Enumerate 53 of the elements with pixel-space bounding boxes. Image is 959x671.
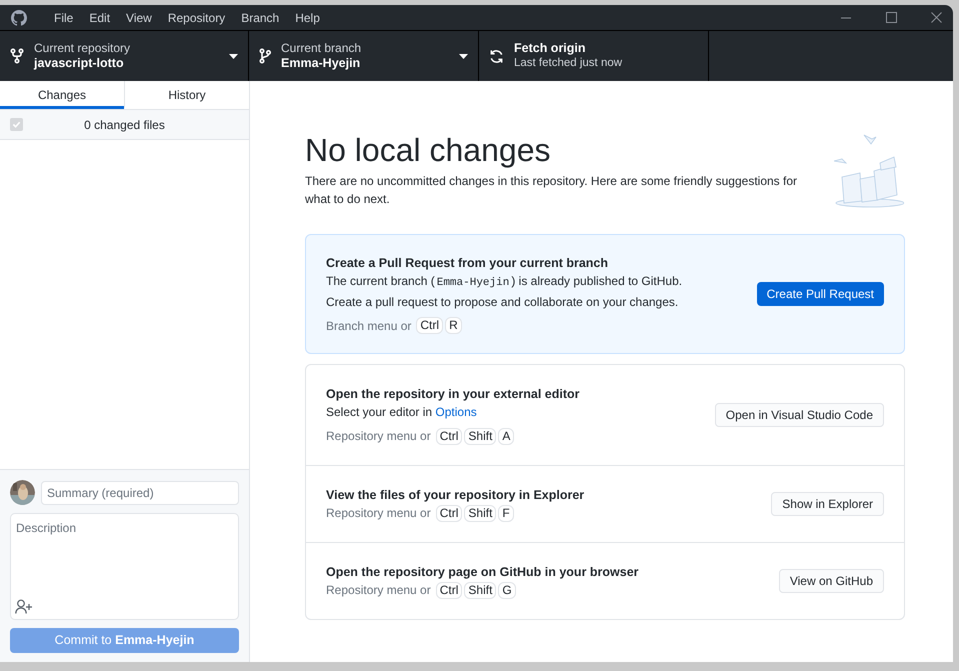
menu-item[interactable]: Branch xyxy=(233,8,288,26)
shortcut-hint: Repository menu or xyxy=(326,505,431,522)
maximize-icon[interactable] xyxy=(886,12,897,23)
fetch-origin-button[interactable]: Fetch origin Last fetched just now xyxy=(479,31,709,81)
heading: No local changes xyxy=(305,131,552,169)
suggestion-description: Select your editor in Options xyxy=(326,404,478,421)
action-button[interactable]: Create Pull Request xyxy=(756,282,884,306)
suggestion-description: The current branch ( Emma-Hyejin ) is already published to GitHub. Create a pull request to propose and collaborate on your changes. xyxy=(326,272,684,310)
add-coauthor-icon[interactable] xyxy=(15,599,33,614)
options-link[interactable]: Options xyxy=(435,405,477,419)
menu-item[interactable]: Repository xyxy=(160,8,234,26)
fetch-title: Fetch origin xyxy=(514,41,587,56)
key-label: G xyxy=(498,582,516,598)
sync-icon xyxy=(489,48,504,64)
key-label: Ctrl xyxy=(436,582,462,598)
shortcut-hint: Repository menu or xyxy=(326,582,431,599)
menu-item[interactable]: View xyxy=(118,8,160,26)
branch-icon xyxy=(259,48,271,64)
repo-icon xyxy=(10,48,24,64)
action-button[interactable]: Show in Explorer xyxy=(771,492,884,516)
close-icon[interactable] xyxy=(931,12,942,23)
changed-files-count: 0 changed files xyxy=(83,116,166,134)
fetch-status: Last fetched just now xyxy=(514,56,622,71)
repository-name: javascript-lotto xyxy=(34,56,125,71)
intro-text: There are no uncommitted changes in this repository. Here are some friendly suggestions for what to do next. xyxy=(305,173,798,208)
key-label: Shift xyxy=(464,582,496,598)
key-label: Shift xyxy=(464,428,496,444)
branch-name: Emma-Hyejin xyxy=(281,56,362,71)
suggestion-title: Open the repository page on GitHub in your browser xyxy=(326,564,640,581)
key-label: Ctrl xyxy=(416,317,444,334)
branch-selector[interactable]: Current branch Emma-Hyejin xyxy=(249,31,479,81)
key-label: F xyxy=(498,504,514,522)
key-label: R xyxy=(445,317,462,334)
key-label: Ctrl xyxy=(436,504,462,522)
action-button[interactable]: Open in Visual Studio Code xyxy=(714,403,884,427)
key-label: A xyxy=(498,428,514,444)
caret-icon xyxy=(229,54,238,58)
suggestion-title: Create a Pull Request from your current branch xyxy=(326,254,610,272)
menu-item[interactable]: File xyxy=(46,8,82,26)
shortcut-hint: Branch menu or xyxy=(326,318,412,334)
key-label: Shift xyxy=(464,504,496,522)
suggestion-title: Open the repository in your external editor xyxy=(326,386,581,403)
caret-icon xyxy=(459,54,468,58)
shortcut-hint: Repository menu or xyxy=(326,428,431,445)
repository-label: Current repository xyxy=(34,41,130,56)
menu-item[interactable]: Help xyxy=(287,8,328,26)
menu-item[interactable]: Edit xyxy=(81,8,118,26)
suggestion-title: View the files of your repository in Explorer xyxy=(326,487,586,504)
github-logo-icon xyxy=(11,10,27,26)
action-button[interactable]: View on GitHub xyxy=(778,569,884,593)
branch-label: Current branch xyxy=(281,41,362,56)
tab[interactable]: History xyxy=(124,81,249,109)
key-label: Ctrl xyxy=(436,428,462,444)
